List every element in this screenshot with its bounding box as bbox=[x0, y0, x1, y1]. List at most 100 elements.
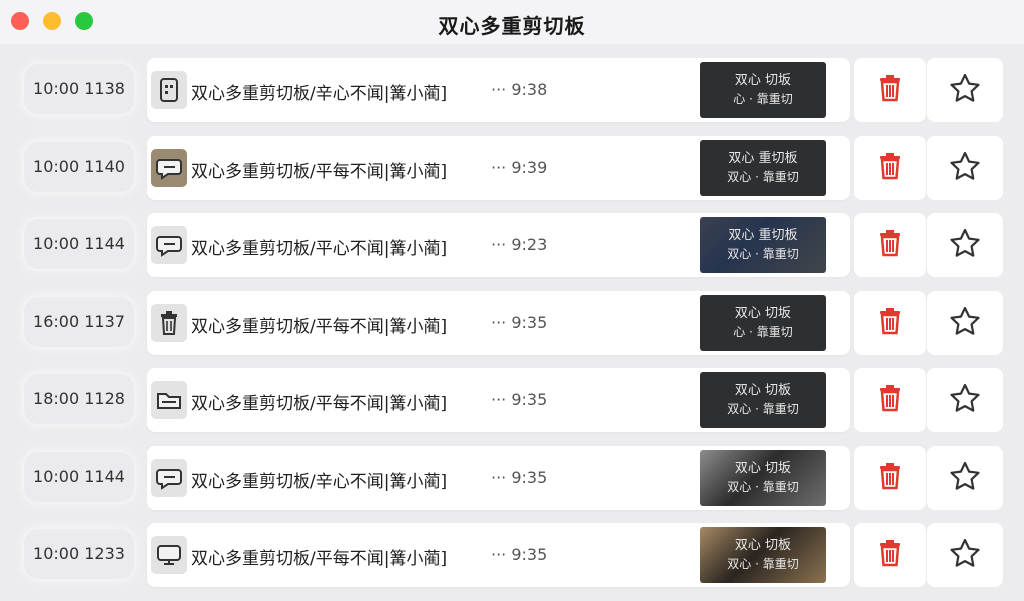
clip-thumbnail[interactable]: 双心 切坂 双心 · 靠重切 bbox=[700, 449, 826, 506]
clip-time: ··· 9:35 bbox=[491, 468, 547, 487]
clip-timestamp: 10:00 1144 bbox=[24, 219, 134, 269]
thumbnail-caption: 双心 · 靠重切 bbox=[727, 479, 799, 494]
clip-time-value: 9:39 bbox=[511, 157, 548, 177]
title-bar: 双心多重剪切板 bbox=[0, 0, 1024, 44]
clip-time-value: 9:38 bbox=[511, 80, 548, 99]
clip-timestamp: 10:00 1138 bbox=[24, 64, 134, 114]
thumbnail-caption: 双心 切板 bbox=[734, 538, 792, 553]
favorite-button[interactable] bbox=[927, 523, 1003, 587]
ellipsis: ··· bbox=[491, 157, 507, 177]
delete-button[interactable] bbox=[854, 368, 926, 432]
clip-time-value: 9:35 bbox=[511, 545, 548, 564]
trash-icon bbox=[878, 539, 902, 571]
trash-icon bbox=[878, 462, 902, 494]
thumbnail-caption: 双心 切坂 bbox=[734, 73, 792, 88]
clip-row: 18:00 1128 双心多重剪切板/​平每不闻|篝小蔺] ··· 9:35 双… bbox=[0, 368, 1024, 446]
clip-row: 16:00 1137 双心多重剪切板/​平每不闻|篝小蔺] ··· 9:35 双… bbox=[0, 290, 1024, 369]
delete-button[interactable] bbox=[854, 523, 926, 587]
thumbnail-caption: 双心 · 靠重切 bbox=[727, 402, 799, 416]
clip-time-value: 9:35 bbox=[511, 390, 548, 409]
trash-icon bbox=[878, 229, 902, 261]
clip-text: 双心多重剪切板/​平心不闻|篝小蔺] bbox=[191, 239, 448, 259]
chat-bubble-icon bbox=[151, 226, 187, 264]
clip-timestamp: 18:00 1128 bbox=[24, 374, 134, 424]
clip-thumbnail[interactable]: 双心 切板 双心 · 靠重切 bbox=[700, 372, 826, 428]
clip-thumbnail[interactable]: 双心 重切板 双心 · 靠重切 bbox=[700, 217, 826, 273]
star-icon bbox=[949, 73, 981, 107]
clip-entry[interactable]: 双心多重剪切板/​平每不闻|篝小蔺] ··· 9:35 双心 切坂 心 · 靠重… bbox=[147, 290, 850, 355]
ellipsis: ··· bbox=[491, 312, 507, 332]
clipboard-history-list: 10:00 1138 双心多重剪切板/​辛心不闻|篝小蔺] ··· 9:38 双… bbox=[0, 58, 1024, 601]
clip-text: 双心多重剪切板/​平每不闻|篝小蔺] bbox=[191, 394, 448, 414]
delete-button[interactable] bbox=[854, 445, 926, 510]
ellipsis: ··· bbox=[491, 390, 507, 409]
thumbnail-caption: 双心 重切板 bbox=[728, 228, 798, 243]
trash-icon bbox=[878, 384, 902, 416]
clip-time: ··· 9:39 bbox=[491, 158, 547, 177]
clip-time-value: 9:35 bbox=[511, 467, 548, 487]
star-icon bbox=[949, 383, 981, 417]
favorite-button[interactable] bbox=[927, 368, 1003, 432]
clip-entry[interactable]: 双心多重剪切板/​平每不闻|篝小蔺] ··· 9:39 双心 重切板 双心 · … bbox=[147, 135, 850, 200]
thumbnail-caption: 双心 切坂 bbox=[734, 460, 792, 476]
clip-time: ··· 9:38 bbox=[491, 80, 547, 99]
trash-icon bbox=[151, 303, 187, 342]
clip-time: ··· 9:35 bbox=[491, 545, 547, 564]
clip-time-value: 9:23 bbox=[511, 235, 548, 254]
clip-row: 10:00 1138 双心多重剪切板/​辛心不闻|篝小蔺] ··· 9:38 双… bbox=[0, 58, 1024, 136]
folder-icon bbox=[151, 381, 187, 419]
delete-button[interactable] bbox=[854, 135, 926, 200]
favorite-button[interactable] bbox=[927, 135, 1003, 200]
clip-thumbnail[interactable]: 双心 切坂 心 · 靠重切 bbox=[700, 62, 826, 118]
window-title: 双心多重剪切板 bbox=[438, 14, 586, 38]
delete-button[interactable] bbox=[854, 290, 926, 355]
clip-entry[interactable]: 双心多重剪切板/​平心不闻|篝小蔺] ··· 9:23 双心 重切板 双心 · … bbox=[147, 213, 850, 277]
clip-entry[interactable]: 双心多重剪切板/​辛心不闻|篝小蔺] ··· 9:38 双心 切坂 心 · 靠重… bbox=[147, 58, 850, 122]
clip-row: 10:00 1140 双心多重剪切板/​平每不闻|篝小蔺] ··· 9:39 双… bbox=[0, 135, 1024, 214]
trash-icon bbox=[878, 74, 902, 106]
favorite-button[interactable] bbox=[927, 58, 1003, 122]
clip-timestamp: 10:00 1144 bbox=[24, 451, 134, 502]
favorite-button[interactable] bbox=[927, 213, 1003, 277]
ellipsis: ··· bbox=[491, 235, 507, 254]
star-icon bbox=[949, 461, 981, 495]
delete-button[interactable] bbox=[854, 213, 926, 277]
favorite-button[interactable] bbox=[927, 445, 1003, 510]
thumbnail-caption: 心 · 靠重切 bbox=[733, 324, 793, 339]
star-icon bbox=[949, 151, 981, 185]
clip-text: 双心多重剪切板/​辛心不闻|篝小蔺] bbox=[191, 471, 448, 492]
clip-text: 双心多重剪切板/​平每不闻|篝小蔺] bbox=[191, 549, 448, 569]
star-icon bbox=[949, 538, 981, 572]
clip-timestamp: 10:00 1233 bbox=[24, 529, 134, 579]
thumbnail-caption: 双心 · 靠重切 bbox=[727, 557, 799, 571]
clip-row: 10:00 1144 双心多重剪切板/​辛心不闻|篝小蔺] ··· 9:35 双… bbox=[0, 445, 1024, 524]
clip-time: ··· 9:23 bbox=[491, 235, 547, 254]
clip-entry[interactable]: 双心多重剪切板/​辛心不闻|篝小蔺] ··· 9:35 双心 切坂 双心 · 靠… bbox=[147, 445, 850, 510]
chat-bubble-icon bbox=[151, 148, 187, 187]
monitor-icon bbox=[151, 536, 187, 574]
trash-icon bbox=[878, 152, 902, 184]
clip-thumbnail[interactable]: 双心 切板 双心 · 靠重切 bbox=[700, 527, 826, 583]
clip-entry[interactable]: 双心多重剪切板/​平每不闻|篝小蔺] ··· 9:35 双心 切板 双心 · 靠… bbox=[147, 523, 850, 587]
thumbnail-caption: 双心 · 靠重切 bbox=[727, 247, 799, 261]
clip-text: 双心多重剪切板/​平每不闻|篝小蔺] bbox=[191, 161, 448, 182]
thumbnail-caption: 双心 · 靠重切 bbox=[727, 169, 799, 184]
clip-thumbnail[interactable]: 双心 切坂 心 · 靠重切 bbox=[700, 294, 826, 351]
favorite-button[interactable] bbox=[927, 290, 1003, 355]
thumbnail-caption: 双心 重切板 bbox=[728, 150, 798, 166]
star-icon bbox=[949, 228, 981, 262]
clip-time: ··· 9:35 bbox=[491, 313, 547, 332]
clip-row: 10:00 1144 双心多重剪切板/​平心不闻|篝小蔺] ··· 9:23 双… bbox=[0, 213, 1024, 291]
clip-text: 双心多重剪切板/​平每不闻|篝小蔺] bbox=[191, 316, 448, 337]
clip-thumbnail[interactable]: 双心 重切板 双心 · 靠重切 bbox=[700, 139, 826, 196]
thumbnail-caption: 双心 切板 bbox=[734, 383, 792, 398]
chat-bubble-icon bbox=[151, 458, 187, 497]
ellipsis: ··· bbox=[491, 467, 507, 487]
clip-timestamp: 10:00 1140 bbox=[24, 141, 134, 192]
clip-entry[interactable]: 双心多重剪切板/​平每不闻|篝小蔺] ··· 9:35 双心 切板 双心 · 靠… bbox=[147, 368, 850, 432]
ellipsis: ··· bbox=[491, 80, 507, 99]
thumbnail-caption: 双心 切坂 bbox=[734, 305, 792, 321]
clip-text: 双心多重剪切板/​辛心不闻|篝小蔺] bbox=[191, 84, 448, 104]
star-icon bbox=[949, 306, 981, 340]
delete-button[interactable] bbox=[854, 58, 926, 122]
